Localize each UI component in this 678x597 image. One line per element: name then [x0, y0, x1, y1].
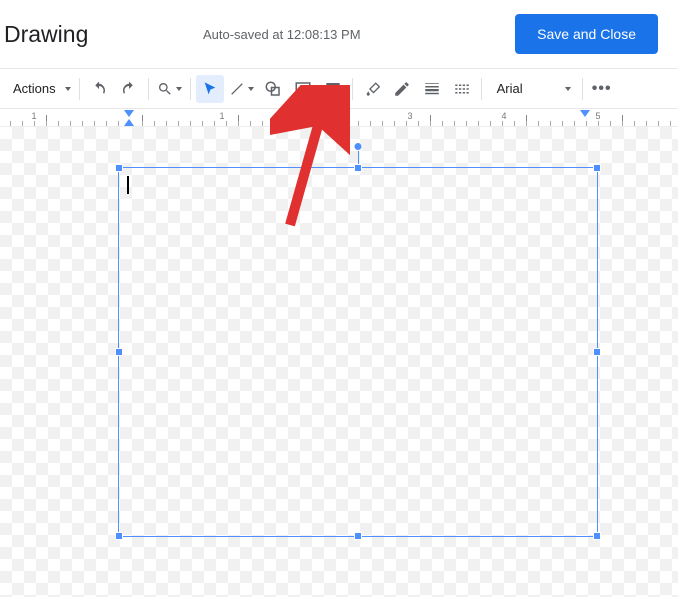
border-color-button[interactable] [388, 75, 416, 103]
fill-color-button[interactable] [358, 75, 386, 103]
indent-marker-top[interactable] [124, 110, 134, 117]
more-options-button[interactable]: ••• [588, 75, 616, 103]
image-tool[interactable] [319, 75, 347, 103]
dialog-title: Drawing [4, 21, 88, 48]
pencil-icon [393, 80, 411, 98]
resize-handle-sw[interactable] [115, 532, 123, 540]
indent-marker-right[interactable] [580, 110, 590, 117]
cursor-icon [202, 81, 218, 97]
zoom-icon [157, 81, 173, 97]
text-cursor [127, 176, 129, 194]
redo-icon [120, 80, 138, 98]
line-tool[interactable] [226, 75, 257, 103]
indent-marker-bottom[interactable] [124, 119, 134, 126]
redo-button[interactable] [115, 75, 143, 103]
ruler-number: 1 [31, 111, 36, 121]
shape-icon [264, 80, 282, 98]
caret-down-icon [248, 87, 254, 91]
drawing-canvas[interactable] [0, 127, 678, 597]
shape-tool[interactable] [259, 75, 287, 103]
line-dash-icon [453, 80, 471, 98]
resize-handle-ne[interactable] [593, 164, 601, 172]
horizontal-ruler[interactable]: 1 1 2 3 4 5 [0, 109, 678, 127]
ruler-number: 4 [501, 111, 506, 121]
border-dash-button[interactable] [448, 75, 476, 103]
toolbar: Actions Arial [0, 69, 678, 109]
caret-down-icon [65, 87, 71, 91]
ruler-number: 3 [407, 111, 412, 121]
paint-bucket-icon [363, 80, 381, 98]
select-tool[interactable] [196, 75, 224, 103]
resize-handle-s[interactable] [354, 532, 362, 540]
resize-handle-nw[interactable] [115, 164, 123, 172]
line-weight-icon [423, 80, 441, 98]
ruler-number: 1 [219, 111, 224, 121]
more-icon: ••• [592, 80, 612, 98]
actions-label: Actions [7, 81, 62, 96]
resize-handle-e[interactable] [593, 348, 601, 356]
resize-handle-w[interactable] [115, 348, 123, 356]
dialog-header: Drawing Auto-saved at 12:08:13 PM Save a… [0, 0, 678, 69]
save-and-close-button[interactable]: Save and Close [515, 14, 658, 54]
rotation-handle[interactable] [354, 142, 363, 151]
separator [582, 78, 583, 100]
image-icon [324, 80, 342, 98]
actions-menu[interactable]: Actions [4, 75, 74, 103]
font-family-selector[interactable]: Arial [487, 81, 577, 96]
border-weight-button[interactable] [418, 75, 446, 103]
separator [190, 78, 191, 100]
resize-handle-se[interactable] [593, 532, 601, 540]
font-family-label: Arial [497, 81, 523, 96]
separator [481, 78, 482, 100]
separator [352, 78, 353, 100]
autosave-status: Auto-saved at 12:08:13 PM [88, 27, 515, 42]
ruler-ticks [0, 109, 678, 126]
ruler-number: 5 [595, 111, 600, 121]
text-box-selected[interactable] [118, 167, 598, 537]
zoom-button[interactable] [154, 75, 185, 103]
separator [79, 78, 80, 100]
caret-down-icon [176, 87, 182, 91]
ruler-number: 2 [313, 111, 318, 121]
resize-handle-n[interactable] [354, 164, 362, 172]
separator [148, 78, 149, 100]
line-icon [229, 81, 245, 97]
caret-down-icon [565, 87, 571, 91]
textbox-tool[interactable] [289, 75, 317, 103]
undo-icon [90, 80, 108, 98]
textbox-icon [294, 80, 312, 98]
undo-button[interactable] [85, 75, 113, 103]
